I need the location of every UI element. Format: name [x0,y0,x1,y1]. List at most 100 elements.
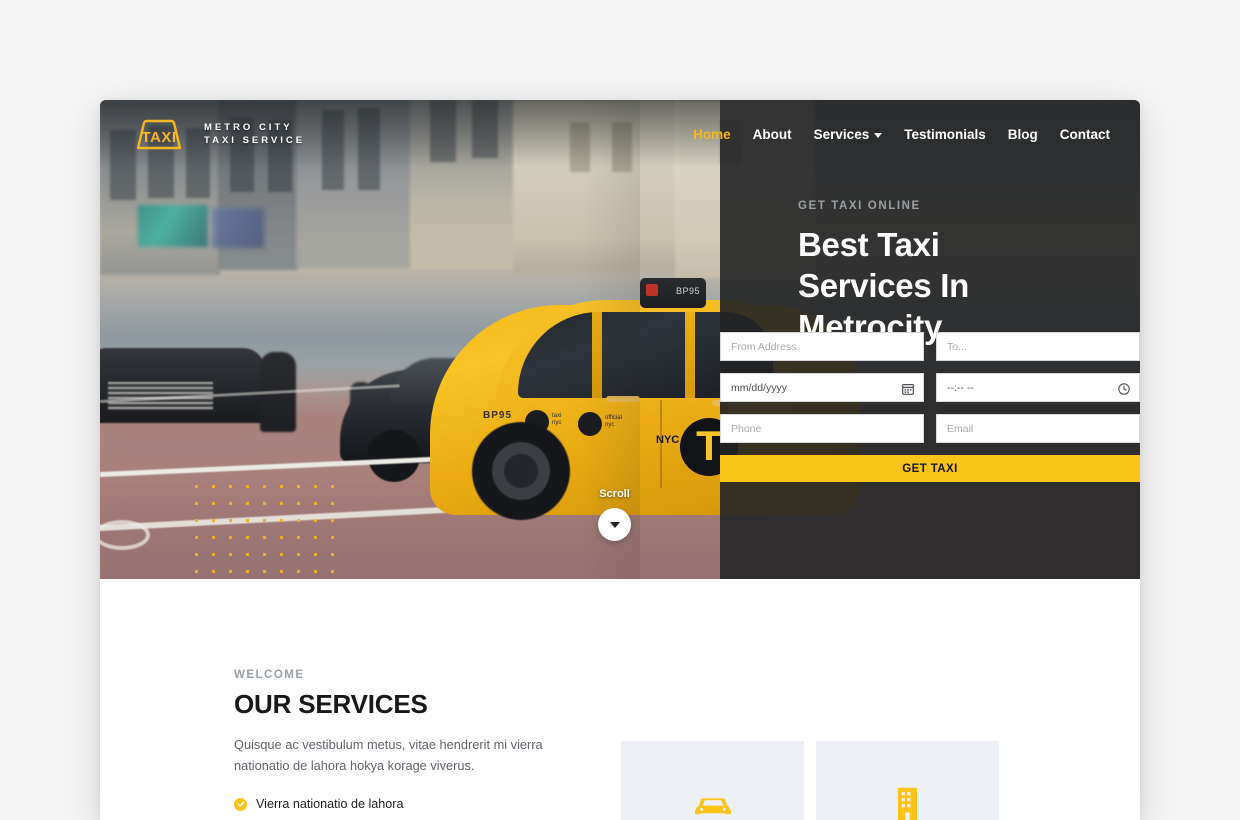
decorative-dot [229,553,232,556]
clock-icon[interactable] [1118,382,1130,395]
decorative-dot [246,519,249,522]
decorative-dot [331,536,334,539]
nav-item-contact[interactable]: Contact [1060,127,1110,142]
decorative-dot [297,485,300,488]
brand-logo[interactable]: TAXI METRO CITY TAXI SERVICE [128,119,305,150]
decorative-dot [314,502,317,505]
decorative-dot [212,502,215,505]
hero-eyebrow: GET TAXI ONLINE [798,200,921,212]
decorative-dot [246,553,249,556]
decorative-dot [280,570,283,573]
decorative-dot [212,553,215,556]
to-address-placeholder: To... [947,340,967,353]
decorative-dot [229,570,232,573]
taxi-plate-text: BP95 [483,410,513,421]
scroll-down-button[interactable] [598,508,631,541]
decorative-dot [263,502,266,505]
hotel-icon [894,787,921,820]
decorative-dot [280,485,283,488]
time-value: --:-- -- [947,381,974,394]
form-row-datetime: mm/dd/yyyy --:-- -- [720,373,1140,402]
decorative-dot [195,519,198,522]
svg-text:TAXI: TAXI [141,129,176,146]
scroll-label: Scroll [599,488,630,500]
nav-item-blog[interactable]: Blog [1008,127,1038,142]
get-taxi-button-label: GET TAXI [902,462,958,475]
decorative-dot [280,553,283,556]
service-card-rapid-city-transfer[interactable]: RAPID CITY TRANSFER [621,741,804,820]
nav-label-services: Services [813,126,870,142]
brand-line-2: TAXI SERVICE [204,135,306,146]
date-value: mm/dd/yyyy [731,381,788,394]
main-navigation: Home About Services Testimonials Blog Co… [693,127,1110,142]
browser-page: BP95 BP95 taxinyc officialnyc NYC T TAXI [100,100,1140,820]
decorative-dot [229,519,232,522]
decorative-dot [297,536,300,539]
services-intro: WELCOME OUR SERVICES Quisque ac vestibul… [234,669,574,811]
nav-item-about[interactable]: About [753,127,792,142]
form-row-contact: Phone Email [720,414,1140,443]
from-address-field[interactable]: From Address [720,332,924,361]
decorative-dot [229,536,232,539]
brand-line-1: METRO CITY [204,122,293,133]
decorative-dot [314,536,317,539]
date-field[interactable]: mm/dd/yyyy [720,373,924,402]
decorative-dot [297,553,300,556]
chevron-down-icon [609,521,620,528]
from-address-placeholder: From Address [731,340,797,353]
decorative-dot [195,536,198,539]
decorative-dot [195,502,198,505]
decorative-dot [246,570,249,573]
nav-item-home[interactable]: Home [693,127,731,142]
decorative-dot [280,536,283,539]
services-section: WELCOME OUR SERVICES Quisque ac vestibul… [100,579,1140,820]
nav-item-testimonials[interactable]: Testimonials [904,127,986,142]
services-eyebrow: WELCOME [234,669,305,681]
decorative-dot [195,553,198,556]
phone-field[interactable]: Phone [720,414,924,443]
services-card-grid: RAPID CITY TRANSFER [621,741,999,820]
taxi-roof-light-text: BP95 [675,286,700,296]
decorative-dot [263,519,266,522]
taxi-roof-light: BP95 [640,278,706,308]
site-header: TAXI METRO CITY TAXI SERVICE Home About … [100,100,1140,168]
decorative-dot [263,485,266,488]
decorative-dot [297,519,300,522]
decorative-dot [280,502,283,505]
time-field[interactable]: --:-- -- [936,373,1140,402]
scroll-indicator[interactable]: Scroll [598,488,631,541]
nav-item-services[interactable]: Services [814,127,883,142]
decorative-dot [280,519,283,522]
decorative-dot [246,536,249,539]
nav-label-about: About [752,126,792,142]
decorative-dot [314,553,317,556]
decorative-dot [212,570,215,573]
decorative-dot [314,485,317,488]
brand-text: METRO CITY TAXI SERVICE [204,121,305,147]
decorative-dot [331,485,334,488]
email-field[interactable]: Email [936,414,1140,443]
decorative-dot [297,502,300,505]
hero-section: BP95 BP95 taxinyc officialnyc NYC T TAXI [100,100,1140,579]
email-placeholder: Email [947,422,974,435]
service-card-booking-a-hotel[interactable]: BOOKING A HOTEL [816,741,999,820]
decorative-dot [314,570,317,573]
form-row-locations: From Address To... [720,332,1140,361]
decorative-dot [263,553,266,556]
decorative-dot [331,570,334,573]
decorative-dot [229,485,232,488]
hero-content: GET TAXI ONLINE Best Taxi Services In Me… [720,100,1140,579]
taxi-badge-icon: TAXI [128,119,190,150]
get-taxi-button[interactable]: GET TAXI [720,455,1140,482]
booking-form: From Address To... mm/dd/yyyy --:-- -- P… [720,332,1140,482]
calendar-icon[interactable] [902,382,914,395]
decorative-dot [246,485,249,488]
dot-grid-decoration [195,485,340,579]
decorative-dot [229,502,232,505]
decorative-dot [331,553,334,556]
nav-label-home: Home [693,126,731,142]
to-address-field[interactable]: To... [936,332,1140,361]
services-bullet-item: Vierra nationatio de lahora [234,797,574,811]
decorative-dot [314,519,317,522]
check-circle-icon [234,797,247,811]
